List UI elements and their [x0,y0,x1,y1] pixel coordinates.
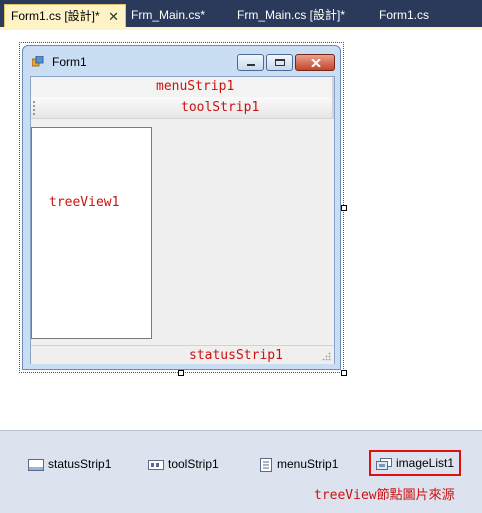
minimize-icon [247,64,255,66]
tray-item-label: toolStrip1 [168,457,219,471]
toolstrip-icon [148,459,164,470]
tab-frm-main-design[interactable]: Frm_Main.cs [設計]* [237,4,345,27]
maximize-button[interactable] [266,54,293,71]
tray-item-imagelist[interactable]: imageList1 [369,450,462,476]
form-window[interactable]: Form1 menuStrip1 toolStrip1 treeView1 st… [22,45,341,370]
document-tab-strip: Form1.cs [設計]* ✕ Frm_Main.cs* Frm_Main.c… [0,0,482,28]
tray-item-label: imageList1 [396,456,455,470]
form-title: Form1 [52,55,87,69]
client-scrollbar [332,77,334,119]
resize-handle-corner[interactable] [341,370,347,376]
tray-item-statusstrip[interactable]: statusStrip1 [28,451,111,477]
tab-label: Form1.cs [379,8,430,22]
form-client-area[interactable]: menuStrip1 toolStrip1 treeView1 statusSt… [30,76,335,364]
menu-strip[interactable]: menuStrip1 [31,77,334,97]
status-strip[interactable]: statusStrip1 [31,345,334,364]
close-icon [311,59,321,67]
tray-item-label: menuStrip1 [277,457,339,471]
imagelist-annotation: treeView節點圖片來源 [314,488,455,503]
component-tray: statusStrip1 toolStrip1 menuStrip1 image… [0,430,482,513]
resize-handle-bottom[interactable] [178,370,184,376]
minimize-button[interactable] [237,54,264,71]
tab-frm-main-code[interactable]: Frm_Main.cs* [131,4,205,27]
tab-label: Frm_Main.cs [設計]* [237,8,346,22]
menustrip-icon [260,457,272,472]
form-icon [32,56,44,67]
tool-strip[interactable]: toolStrip1 [31,97,334,119]
tool-strip-label: toolStrip1 [181,100,260,115]
tree-view[interactable]: treeView1 [31,127,152,339]
status-strip-label: statusStrip1 [189,348,283,363]
tray-item-toolstrip[interactable]: toolStrip1 [148,451,219,477]
tab-form1-code[interactable]: Form1.cs [379,4,429,27]
tab-label: Form1.cs [設計]* [11,9,100,23]
design-surface[interactable]: Form1 menuStrip1 toolStrip1 treeView1 st… [0,30,482,430]
imagelist-icon [376,457,392,470]
tool-strip-grip[interactable] [33,101,36,115]
menu-strip-label: menuStrip1 [156,79,235,94]
form-titlebar[interactable]: Form1 [23,46,340,76]
tray-item-label: statusStrip1 [48,457,112,471]
size-grip-icon[interactable] [322,352,331,361]
maximize-icon [275,59,285,66]
close-icon[interactable]: ✕ [108,5,119,28]
statusstrip-icon [28,458,44,471]
visual-studio-designer: Form1.cs [設計]* ✕ Frm_Main.cs* Frm_Main.c… [0,0,482,513]
resize-handle-right[interactable] [341,205,347,211]
close-button[interactable] [295,54,335,71]
tab-form1-design[interactable]: Form1.cs [設計]* ✕ [4,4,126,27]
tab-label: Frm_Main.cs* [131,8,206,22]
tray-item-menustrip[interactable]: menuStrip1 [259,451,338,477]
tree-view-label: treeView1 [49,195,120,210]
